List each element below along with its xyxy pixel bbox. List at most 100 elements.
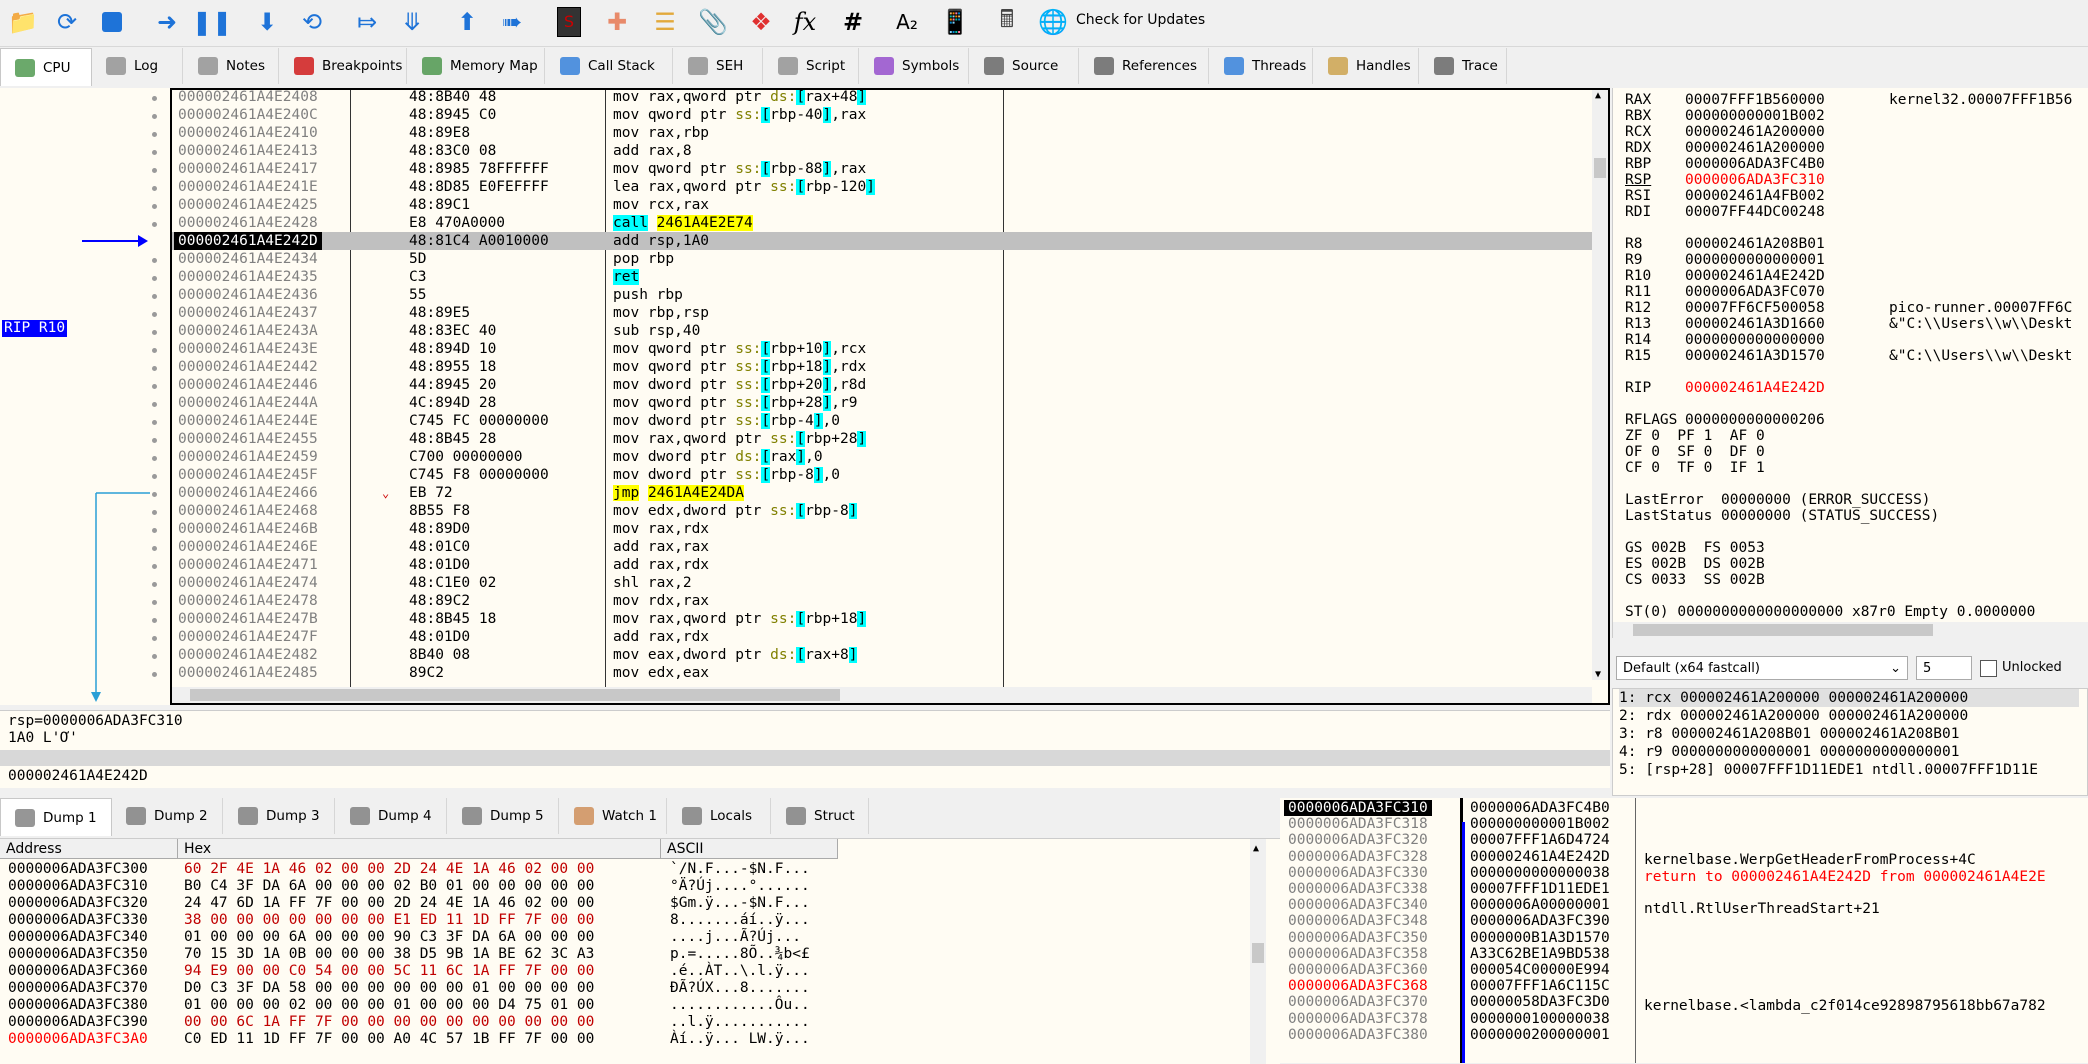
breakpoint-dot[interactable] bbox=[152, 510, 157, 515]
disasm-row[interactable]: 000002461A4E244A 4C:894D 28 mov qword ptr … bbox=[172, 394, 1592, 412]
dump-view[interactable]: Address Hex ASCII 0000006ADA3FC300 60 2F … bbox=[0, 838, 1280, 1064]
tab-script[interactable]: Script bbox=[764, 48, 859, 84]
update-icon[interactable]: 📱 bbox=[938, 5, 972, 39]
register-rbx[interactable]: RBX 000000000001B002 bbox=[1625, 108, 1889, 124]
stack-value[interactable]: 000054C00000E994 bbox=[1470, 962, 1610, 978]
disasm-row[interactable]: 000002461A4E243A 48:83EC 40 sub rsp,40 bbox=[172, 322, 1592, 340]
stop-icon[interactable] bbox=[95, 5, 129, 39]
hash-icon[interactable]: # bbox=[836, 5, 870, 39]
argument-row[interactable]: 5: [rsp+28] 00007FFF1D11EDE1 ntdll.00007… bbox=[1619, 761, 2079, 779]
breakpoint-dot[interactable] bbox=[152, 204, 157, 209]
dump-hex[interactable]: D0 C3 3F DA 58 00 00 00 00 00 00 01 00 0… bbox=[184, 980, 594, 997]
stack-value[interactable]: 00000058DA3FC3D0 bbox=[1470, 994, 1610, 1010]
tab-memory-map[interactable]: Memory Map bbox=[408, 48, 545, 84]
stack-value[interactable]: 0000000100000038 bbox=[1470, 1011, 1610, 1027]
stack-value[interactable]: 0000000B1A3D1570 bbox=[1470, 930, 1610, 946]
breakpoint-dot[interactable] bbox=[152, 114, 157, 119]
register-rbp[interactable]: RBP 0000006ADA3FC4B0 bbox=[1625, 156, 1889, 172]
dump-tab-watch-1[interactable]: Watch 1 bbox=[560, 798, 667, 834]
tab-cpu[interactable]: CPU bbox=[0, 48, 92, 86]
tab-notes[interactable]: Notes bbox=[184, 48, 279, 84]
breakpoint-dot[interactable] bbox=[152, 150, 157, 155]
breakpoint-dot[interactable] bbox=[152, 276, 157, 281]
disasm-row[interactable]: 000002461A4E247F 48:01D0 add rax,rdx bbox=[172, 628, 1592, 646]
st0-register[interactable]: ST(0) 0000000000000000000 x87r0 Empty 0.… bbox=[1625, 604, 2035, 620]
disasm-row[interactable]: 000002461A4E2474 48:C1E0 02 shl rax,2 bbox=[172, 574, 1592, 592]
breakpoint-dot[interactable] bbox=[152, 474, 157, 479]
stack-view[interactable]: 0000006ADA3FC310 0000006ADA3FC4B0 0000006A… bbox=[1280, 798, 2088, 1063]
stack-value[interactable]: 000000000001B002 bbox=[1470, 816, 1610, 832]
stack-value[interactable]: 0000006ADA3FC4B0 bbox=[1470, 800, 1610, 816]
dump-ascii[interactable]: p.=.....8Õ..¾b<£ bbox=[670, 946, 810, 963]
breakpoint-dot[interactable] bbox=[152, 168, 157, 173]
stack-value[interactable]: A33C62BE1A9BD538 bbox=[1470, 946, 1610, 962]
calling-convention-select[interactable]: Default (x64 fastcall) ⌄ bbox=[1616, 656, 1908, 680]
argument-row[interactable]: 3: r8 000002461A208B01 000002461A208B01 bbox=[1619, 725, 2079, 743]
stack-value[interactable]: 0000006ADA3FC390 bbox=[1470, 913, 1610, 929]
disasm-row[interactable]: 000002461A4E244E C745 FC 00000000 mov dwor… bbox=[172, 412, 1592, 430]
dump-tab-dump-4[interactable]: Dump 4 bbox=[336, 798, 447, 834]
info-splitter[interactable] bbox=[0, 750, 1610, 766]
disasm-row[interactable]: 000002461A4E2455 48:8B45 28 mov rax,qword … bbox=[172, 430, 1592, 448]
bookmarks-icon[interactable]: ❖ bbox=[744, 5, 778, 39]
breakpoint-dot[interactable] bbox=[152, 528, 157, 533]
disasm-row[interactable]: 000002461A4E2459 C700 00000000 mov dword p… bbox=[172, 448, 1592, 466]
dump-hex[interactable]: 38 00 00 00 00 00 00 00 E1 ED 11 1D FF 7… bbox=[184, 912, 594, 929]
breakpoint-dot[interactable] bbox=[152, 636, 157, 641]
dump-hex[interactable]: 70 15 3D 1A 0B 00 00 00 38 D5 9B 1A BE 6… bbox=[184, 946, 594, 963]
register-rsp[interactable]: RSP 0000006ADA3FC310 bbox=[1625, 172, 1889, 188]
disasm-row[interactable]: 000002461A4E2482 8B40 08 mov eax,dword ptr… bbox=[172, 646, 1592, 664]
comments-icon[interactable]: ☰ bbox=[648, 5, 682, 39]
breakpoint-dot[interactable] bbox=[152, 618, 157, 623]
stack-value[interactable]: 0000006A00000001 bbox=[1470, 897, 1610, 913]
registers-hscroll[interactable] bbox=[1613, 622, 2088, 638]
patches-icon[interactable]: ✚ bbox=[600, 5, 634, 39]
disasm-row[interactable]: 000002461A4E2417 48:8985 78FFFFFF mov qwor… bbox=[172, 160, 1592, 178]
tab-threads[interactable]: Threads bbox=[1210, 48, 1313, 84]
breakpoint-dot[interactable] bbox=[152, 96, 157, 101]
dump-hex[interactable]: C0 ED 11 1D FF 7F 00 00 A0 4C 57 1B FF 7… bbox=[184, 1031, 594, 1048]
disasm-row[interactable]: 000002461A4E245F C745 F8 00000000 mov dwor… bbox=[172, 466, 1592, 484]
disasm-row[interactable]: 000002461A4E2428 E8 470A0000 call 2461A4E2… bbox=[172, 214, 1592, 232]
dump-vscroll[interactable]: ▲ bbox=[1250, 839, 1266, 1064]
run-icon[interactable]: ➜ bbox=[150, 5, 184, 39]
breakpoint-dot[interactable] bbox=[152, 366, 157, 371]
scylla-icon[interactable]: S bbox=[552, 5, 586, 39]
tab-breakpoints[interactable]: Breakpoints bbox=[280, 48, 407, 84]
argument-row[interactable]: 1: rcx 000002461A200000 000002461A200000 bbox=[1619, 689, 2079, 707]
dump-tab-dump-3[interactable]: Dump 3 bbox=[224, 798, 335, 834]
unlocked-checkbox[interactable] bbox=[1980, 660, 1997, 677]
last-error[interactable]: LastError 00000000 (ERROR_SUCCESS) bbox=[1625, 492, 1931, 508]
breakpoint-dot[interactable] bbox=[152, 582, 157, 587]
dump-ascii[interactable]: °Ä?Új....°...... bbox=[670, 878, 810, 895]
breakpoint-dot[interactable] bbox=[152, 546, 157, 551]
tab-log[interactable]: Log bbox=[92, 48, 183, 84]
disasm-row[interactable]: 000002461A4E2425 48:89C1 mov rcx,rax bbox=[172, 196, 1592, 214]
disassembly-view[interactable]: 000002461A4E2408 48:8B40 48 mov rax,qword … bbox=[170, 88, 1610, 705]
breakpoint-dot[interactable] bbox=[152, 330, 157, 335]
dump-hex[interactable]: 60 2F 4E 1A 46 02 00 00 2D 24 4E 1A 46 0… bbox=[184, 861, 594, 878]
dump-tab-dump-1[interactable]: Dump 1 bbox=[0, 798, 112, 836]
dump-tab-dump-2[interactable]: Dump 2 bbox=[112, 798, 223, 834]
tab-seh[interactable]: SEH bbox=[674, 48, 763, 84]
register-rax[interactable]: RAX 00007FFF1B560000 kernel32.00007FFF1B56 bbox=[1625, 92, 2072, 108]
register-r15[interactable]: R15 000002461A3D1570 &"C:\\Users\\w\\Deskt bbox=[1625, 348, 2072, 364]
disasm-row[interactable]: 000002461A4E2408 48:8B40 48 mov rax,qword … bbox=[172, 90, 1592, 106]
dump-tab-locals[interactable]: Locals bbox=[668, 798, 771, 834]
step-into-icon[interactable]: ⬇ bbox=[250, 5, 284, 39]
register-rflags[interactable]: RFLAGS 0000000000000206 bbox=[1625, 412, 1889, 428]
disasm-row[interactable]: 000002461A4E241E 48:8D85 E0FEFFFF lea rax,… bbox=[172, 178, 1592, 196]
execute-till-return-icon[interactable]: ⬆ bbox=[450, 5, 484, 39]
tab-source[interactable]: Source bbox=[970, 48, 1079, 84]
stack-value[interactable]: 0000000200000001 bbox=[1470, 1027, 1610, 1043]
dump-tab-struct[interactable]: Struct bbox=[772, 798, 869, 834]
font-icon[interactable]: A₂ bbox=[890, 5, 924, 39]
disasm-vscroll[interactable]: ▲ ▼ bbox=[1592, 90, 1608, 680]
breakpoint-dot[interactable] bbox=[152, 132, 157, 137]
breakpoint-dot[interactable] bbox=[152, 402, 157, 407]
flags-row-2[interactable]: OF 0 SF 0 DF 0 bbox=[1625, 444, 1765, 460]
breakpoint-dot[interactable] bbox=[152, 564, 157, 569]
register-r9[interactable]: R9 0000000000000001 bbox=[1625, 252, 1889, 268]
breakpoint-dot[interactable] bbox=[152, 672, 157, 677]
disasm-row[interactable]: 000002461A4E2446 44:8945 20 mov dword ptr … bbox=[172, 376, 1592, 394]
